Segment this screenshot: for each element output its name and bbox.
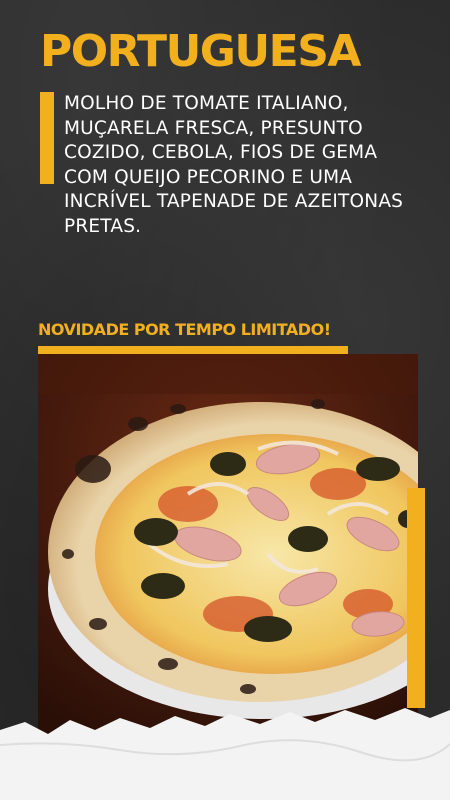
description: MOLHO DE TOMATE ITALIANO, MUÇARELA FRESC… xyxy=(64,93,404,237)
pizza-image xyxy=(38,354,418,734)
promo-badge: NOVIDADE POR TEMPO LIMITADO! xyxy=(38,320,331,339)
torn-paper-edge xyxy=(0,708,450,800)
accent-bar xyxy=(40,92,54,184)
accent-bar-right xyxy=(407,488,425,708)
page-title: PORTUGUESA xyxy=(40,26,361,77)
pizza-photo xyxy=(38,354,418,734)
